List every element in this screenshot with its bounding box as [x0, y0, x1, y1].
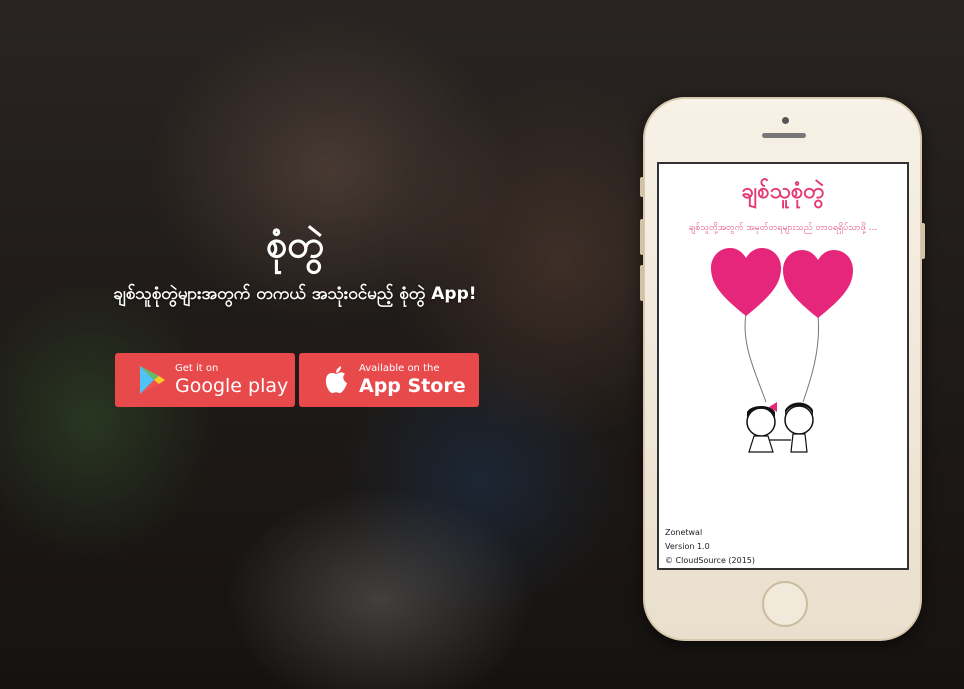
- google-play-small-label: Get it on: [175, 363, 219, 374]
- phone-home-button: [762, 581, 808, 627]
- hero-title: စုံတွဲ: [265, 222, 325, 266]
- app-store-button[interactable]: Available on the App Store: [299, 353, 479, 407]
- phone-power-button: [921, 223, 925, 259]
- app-name: Zonetwal: [665, 528, 703, 537]
- phone-volume-up: [640, 219, 644, 255]
- app-tagline: ချစ်သူတို့အတွက် အမှတ်တရများသည် တာဝရရှိပ်…: [688, 223, 878, 233]
- left-heart-balloon-icon: [711, 248, 781, 316]
- app-copyright: © CloudSource (2015): [665, 556, 756, 565]
- app-title: ချစ်သူစုံတွဲ: [741, 179, 825, 204]
- google-play-button[interactable]: Get it on Google play: [115, 353, 295, 407]
- apple-icon: [321, 364, 351, 396]
- phone-camera: [782, 117, 789, 124]
- phone-mockup: ချစ်သူစုံတွဲ ချစ်သူတို့အတွက် အမှတ်တရများ…: [640, 97, 925, 641]
- right-heart-balloon-icon: [783, 250, 853, 318]
- google-play-icon: [137, 364, 167, 396]
- google-play-big-label: Google play: [175, 375, 289, 397]
- phone-volume-down: [640, 265, 644, 301]
- girl-head-icon: [746, 407, 776, 437]
- phone-screen: ချစ်သူစုံတွဲ ချစ်သူတို့အတွက် အမှတ်တရများ…: [657, 162, 909, 570]
- phone-speaker: [762, 133, 806, 138]
- phone-mute-switch: [640, 177, 644, 197]
- hero-subtitle: ချစ်သူစုံတွဲများအတွက် တကယ် အသုံးဝင်မည့် …: [113, 284, 477, 304]
- app-store-big-label: App Store: [359, 375, 466, 397]
- app-version: Version 1.0: [665, 542, 710, 551]
- app-store-small-label: Available on the: [359, 363, 440, 374]
- app-info: Zonetwal Version 1.0 © CloudSource (2015…: [665, 526, 755, 568]
- boy-head-icon: [784, 405, 814, 435]
- couple-balloons-illustration: [711, 248, 853, 453]
